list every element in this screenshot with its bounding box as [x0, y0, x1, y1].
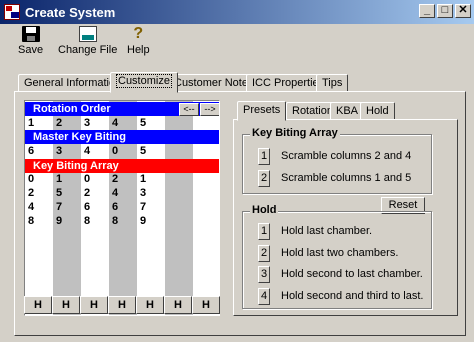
kba-cell[interactable]: 5 [56, 187, 68, 199]
maximize-button[interactable]: □ [437, 4, 453, 18]
master-key-cell[interactable]: 6 [28, 145, 40, 157]
hold-last-chamber-button[interactable]: 1 [258, 223, 270, 240]
tab-hold[interactable]: Hold [360, 102, 395, 120]
window-title: Create System [25, 4, 116, 20]
tab-kba[interactable]: KBA [330, 102, 365, 120]
title-bar: Create System _ □ ✕ [0, 0, 474, 24]
rotation-order-cell[interactable]: 4 [112, 117, 124, 129]
hold-second-third-button[interactable]: 4 [258, 288, 270, 305]
kba-cell[interactable]: 0 [84, 173, 96, 185]
master-key-cell[interactable]: 4 [84, 145, 96, 157]
hold-last-two-label: Hold last two chambers. [281, 247, 399, 259]
hold-second-third-label: Hold second and third to last. [281, 290, 424, 302]
kba-cell[interactable]: 2 [112, 173, 124, 185]
app-icon [4, 4, 20, 20]
master-key-cell[interactable]: 3 [56, 145, 68, 157]
kba-cell[interactable]: 6 [84, 201, 96, 213]
move-right-button[interactable]: --> [200, 103, 219, 116]
scramble-1-5-label: Scramble columns 1 and 5 [281, 172, 412, 184]
help-button[interactable]: ? Help [127, 25, 150, 57]
hold-second-to-last-label: Hold second to last chamber. [281, 268, 423, 280]
kba-cell[interactable]: 7 [140, 201, 152, 213]
master-key-biting-label: Master Key Biting [33, 131, 126, 143]
key-biting-array-label: Key Biting Array [33, 160, 119, 172]
kba-cell[interactable]: 1 [56, 173, 68, 185]
file-picture-icon [78, 26, 97, 42]
kba-cell[interactable]: 7 [56, 201, 68, 213]
hold-column-button[interactable]: H [192, 296, 220, 314]
master-key-cell[interactable]: 0 [112, 145, 124, 157]
hold-last-two-button[interactable]: 2 [258, 245, 270, 262]
hold-column-button[interactable]: H [164, 296, 192, 314]
rotation-order-cell[interactable]: 2 [56, 117, 68, 129]
hold-buttons-row: H H H H H H H [24, 296, 220, 316]
kba-cell[interactable]: 4 [28, 201, 40, 213]
hold-last-chamber-label: Hold last chamber. [281, 225, 373, 237]
hold-column-button[interactable]: H [136, 296, 164, 314]
kba-cell[interactable]: 2 [84, 187, 96, 199]
hold-column-button[interactable]: H [80, 296, 108, 314]
hold-group-title: Hold [250, 204, 279, 216]
rotation-order-cell[interactable]: 1 [28, 117, 40, 129]
rotation-order-cell[interactable]: 3 [84, 117, 96, 129]
kba-group: Key Biting Array [242, 127, 432, 194]
help-question-icon: ? [133, 25, 144, 42]
tab-presets[interactable]: Presets [237, 101, 287, 121]
kba-cell[interactable]: 8 [112, 215, 124, 227]
tab-customize[interactable]: Customize [110, 72, 178, 93]
kba-cell[interactable]: 8 [28, 215, 40, 227]
scramble-2-4-button[interactable]: 1 [258, 148, 270, 165]
close-button[interactable]: ✕ [455, 4, 471, 18]
hold-column-button[interactable]: H [52, 296, 80, 314]
key-biting-array-bar: Key Biting Array [25, 159, 219, 173]
kba-cell[interactable]: 9 [56, 215, 68, 227]
rotation-order-label: Rotation Order [33, 103, 111, 115]
kba-cell[interactable]: 8 [84, 215, 96, 227]
move-left-button[interactable]: <-- [179, 103, 199, 116]
window-controls: _ □ ✕ [419, 4, 471, 18]
help-label: Help [127, 44, 150, 56]
kba-cell[interactable]: 9 [140, 215, 152, 227]
toolbar: Save Change File ? Help [0, 24, 474, 58]
kba-cell[interactable]: 2 [28, 187, 40, 199]
master-key-cell[interactable]: 5 [140, 145, 152, 157]
save-label: Save [18, 44, 44, 56]
minimize-button[interactable]: _ [419, 4, 435, 18]
hold-second-to-last-button[interactable]: 3 [258, 266, 270, 283]
save-button[interactable]: Save [18, 26, 43, 56]
master-key-biting-bar: Master Key Biting [25, 130, 219, 144]
scramble-1-5-button[interactable]: 2 [258, 170, 270, 187]
hold-column-button[interactable]: H [108, 296, 136, 314]
kba-cell[interactable]: 6 [112, 201, 124, 213]
tab-tips[interactable]: Tips [316, 74, 349, 92]
kba-cell[interactable]: 4 [112, 187, 124, 199]
scramble-2-4-label: Scramble columns 2 and 4 [281, 150, 412, 162]
kba-cell[interactable]: 1 [140, 173, 152, 185]
change-file-label: Change File [58, 44, 118, 56]
hold-column-button[interactable]: H [24, 296, 52, 314]
floppy-disk-icon [21, 26, 40, 42]
kba-cell[interactable]: 0 [28, 173, 40, 185]
biting-grid: Rotation Order <-- --> 1 2 3 4 5 Master … [24, 100, 220, 316]
change-file-button[interactable]: Change File [58, 26, 117, 56]
kba-cell[interactable]: 3 [140, 187, 152, 199]
rotation-order-cell[interactable]: 5 [140, 117, 152, 129]
kba-group-title: Key Biting Array [250, 127, 340, 139]
